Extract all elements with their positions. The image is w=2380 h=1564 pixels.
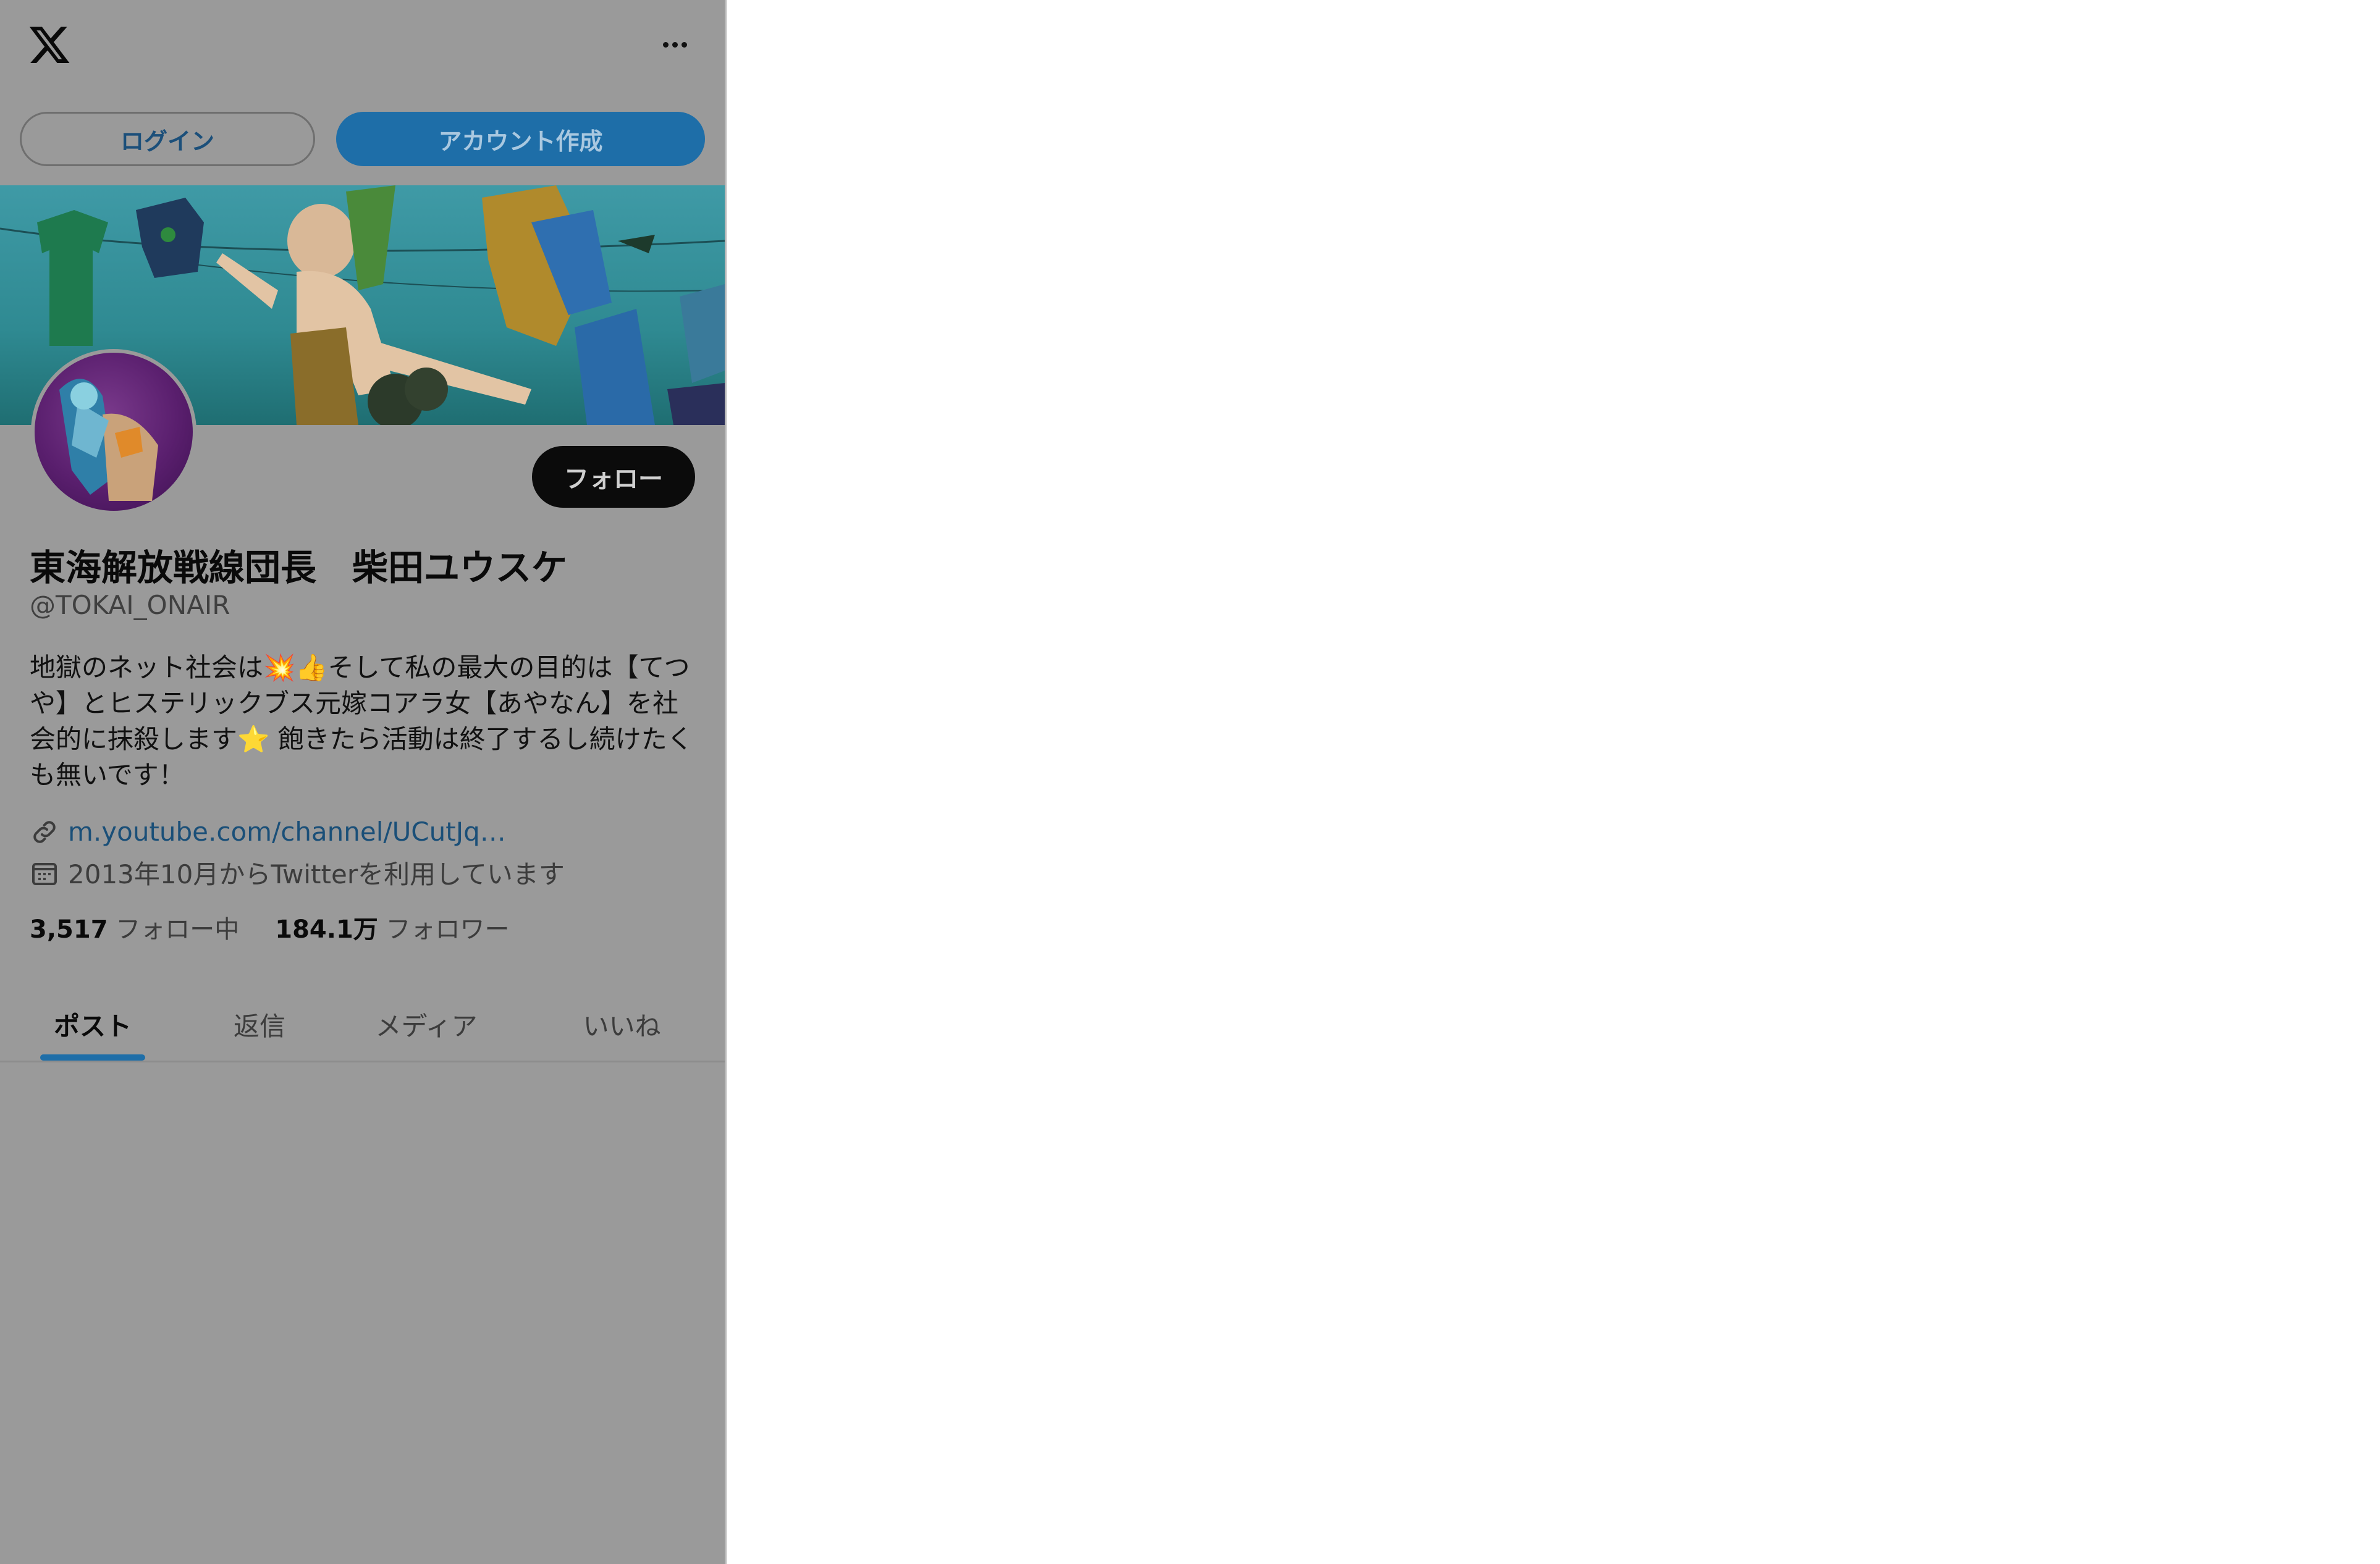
- profile-stats: 3,517 フォロー中 184.1万 フォロワー: [30, 909, 510, 945]
- following-count: 3,517: [30, 915, 108, 944]
- profile-link[interactable]: m.youtube.com/channel/UCutJq…: [30, 817, 506, 847]
- more-dots-icon[interactable]: [655, 31, 694, 58]
- tab-likes[interactable]: いいね: [519, 988, 725, 1061]
- tab-media[interactable]: メディア: [334, 988, 519, 1061]
- followers-stat[interactable]: 184.1万 フォロワー: [275, 909, 509, 945]
- profile-tabs: ポスト 返信 メディア いいね: [0, 988, 725, 1062]
- tab-posts[interactable]: ポスト: [0, 988, 185, 1061]
- following-stat[interactable]: 3,517 フォロー中: [30, 909, 239, 945]
- tab-media-label: メディア: [375, 1011, 478, 1041]
- profile-bio: 地獄のネット社会は💥👍そして私の最大の目的は【てつや】とヒステリックブス元嫁コア…: [30, 652, 693, 790]
- active-tab-indicator: [40, 1054, 145, 1061]
- profile-display-name: 東海解放戦線団長 柴田ユウスケ: [30, 547, 568, 589]
- login-button[interactable]: ログイン: [20, 112, 315, 166]
- create-account-button[interactable]: アカウント作成: [336, 112, 705, 166]
- profile-handle: @TOKAI_ONAIR: [30, 590, 230, 620]
- avatar[interactable]: [31, 349, 196, 515]
- profile-joined-text: 2013年10月からTwitterを利用しています: [68, 859, 565, 889]
- tab-replies-label: 返信: [233, 1011, 285, 1041]
- profile-joined: 2013年10月からTwitterを利用しています: [30, 854, 565, 891]
- tab-posts-label: ポスト: [53, 1011, 132, 1041]
- panel-divider: [725, 0, 727, 1564]
- profile-link-text[interactable]: m.youtube.com/channel/UCutJq…: [68, 817, 506, 847]
- tab-likes-label: いいね: [583, 1011, 661, 1041]
- profile-panel: ログイン アカウント作成 フォロー 東海解放戦線団長 柴田ユウスケ @TOKAI…: [0, 0, 725, 1564]
- x-logo-icon[interactable]: [27, 22, 72, 67]
- tab-replies[interactable]: 返信: [185, 988, 334, 1061]
- link-icon: [33, 820, 56, 843]
- calendar-icon: [32, 862, 57, 885]
- follow-button[interactable]: フォロー: [532, 446, 695, 508]
- following-label: フォロー中: [116, 915, 240, 944]
- followers-label: フォロワー: [386, 915, 510, 944]
- followers-count: 184.1万: [275, 915, 378, 944]
